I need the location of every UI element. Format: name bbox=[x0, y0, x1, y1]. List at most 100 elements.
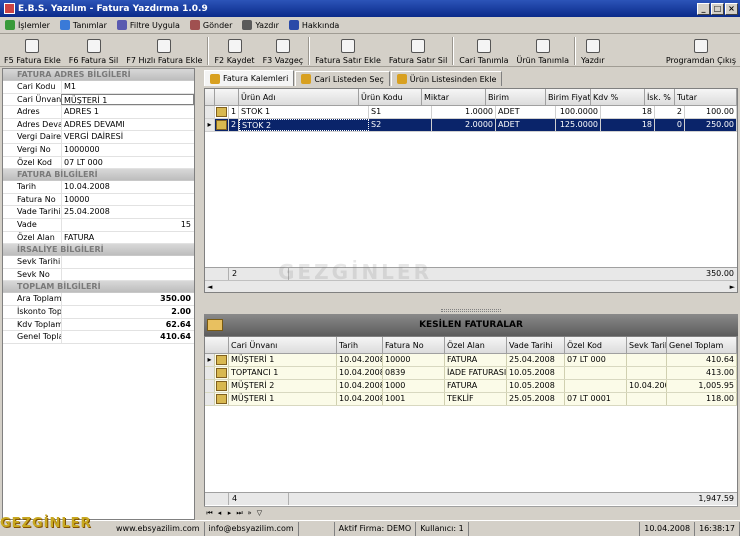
column-header[interactable]: Cari Ünvanı bbox=[229, 337, 337, 353]
tab-1[interactable]: Cari Listeden Seç bbox=[295, 71, 390, 86]
filter-icon[interactable]: ▽ bbox=[255, 509, 264, 518]
field-label: Özel Kod bbox=[17, 157, 53, 167]
field-value[interactable]: MÜŞTERİ 1 bbox=[61, 93, 194, 106]
tab-0[interactable]: Fatura Kalemleri bbox=[204, 70, 295, 86]
menu-item-5[interactable]: Hakkında bbox=[284, 18, 344, 33]
grid-cell: TOPTANCI 1 bbox=[229, 367, 337, 379]
menu-item-4[interactable]: Yazdır bbox=[237, 18, 283, 33]
email-link[interactable]: info@ebsyazilim.com bbox=[205, 521, 299, 536]
field-value[interactable]: 10000 bbox=[61, 193, 194, 206]
field-value[interactable]: 1000000 bbox=[61, 143, 194, 156]
column-header[interactable]: Tarih bbox=[337, 337, 383, 353]
toolbar-button-10[interactable]: Programdan Çıkış bbox=[662, 35, 740, 67]
field-value[interactable]: M1 bbox=[61, 81, 194, 93]
issued-invoice-row[interactable]: ▸ MÜŞTERİ 1 10.04.2008 10000 FATURA 25.04.200… bbox=[205, 354, 737, 367]
watermark-center: GEZGİNLER bbox=[278, 260, 432, 284]
field-value[interactable]: FATURA bbox=[61, 231, 194, 244]
header-spacer bbox=[205, 337, 229, 353]
grid-cell: 18 bbox=[601, 106, 655, 118]
grid-cell: 410.64 bbox=[667, 354, 737, 366]
column-header[interactable]: Vade Tarihi bbox=[507, 337, 565, 353]
issued-invoice-row[interactable]: TOPTANCI 1 10.04.2008 0839 İADE FATURASI 10.… bbox=[205, 367, 737, 380]
next-page-icon[interactable]: » bbox=[245, 509, 254, 518]
maximize-button[interactable]: □ bbox=[711, 2, 724, 15]
column-header[interactable]: Ürün Adı bbox=[239, 89, 359, 105]
toolbar-button-3[interactable]: F2 Kaydet bbox=[210, 35, 258, 67]
splitter[interactable] bbox=[204, 307, 738, 314]
column-header[interactable]: Fatura No bbox=[383, 337, 445, 353]
next-record-icon[interactable]: ▸ bbox=[225, 509, 234, 518]
scroll-left-icon[interactable]: ◄ bbox=[207, 283, 212, 291]
toolbar-button-2[interactable]: F7 Hızlı Fatura Ekle bbox=[122, 35, 206, 67]
minimize-button[interactable]: _ bbox=[697, 2, 710, 15]
website-link[interactable]: www.ebsyazilim.com bbox=[112, 521, 205, 536]
toolbar-button-5[interactable]: Fatura Satır Ekle bbox=[311, 35, 385, 67]
field-value[interactable]: ADRES 1 bbox=[61, 106, 194, 118]
toolbar-icon bbox=[227, 39, 242, 53]
title-bar: E.B.S. Yazılım - Fatura Yazdırma 1.0.9 _… bbox=[0, 0, 740, 17]
grid-cell: 0839 bbox=[383, 367, 445, 379]
field-value[interactable]: ADRES DEVAMI bbox=[61, 118, 194, 131]
last-record-icon[interactable]: ⏭ bbox=[235, 509, 244, 518]
menu-bar: İşlemler Tanımlar Filtre Uygula Gönder Yazdı… bbox=[0, 17, 740, 34]
toolbar-button-0[interactable]: F5 Fatura Ekle bbox=[0, 35, 65, 67]
column-header[interactable]: Ürün Kodu bbox=[359, 89, 422, 105]
toolbar-label: Ürün Tanımla bbox=[516, 56, 570, 65]
grid-cell: 2 bbox=[655, 106, 685, 118]
tab-label: Fatura Kalemleri bbox=[223, 74, 289, 83]
field-value[interactable]: 10.04.2008 bbox=[61, 181, 194, 193]
first-record-icon[interactable]: ⏮ bbox=[205, 509, 214, 518]
toolbar-button-1[interactable]: F6 Fatura Sil bbox=[65, 35, 122, 67]
menu-item-1[interactable]: Tanımlar bbox=[55, 18, 112, 33]
field-value[interactable]: 15 bbox=[61, 218, 194, 231]
scroll-right-icon[interactable]: ► bbox=[730, 283, 735, 291]
invoice-line-row[interactable]: ▸ 2 STOK 2 S2 2.0000 ADET 125.0000 18 0 250.00 bbox=[205, 119, 737, 132]
toolbar-label: F7 Hızlı Fatura Ekle bbox=[126, 56, 203, 65]
toolbar-separator bbox=[574, 37, 577, 65]
column-header[interactable]: Genel Toplam bbox=[667, 337, 737, 353]
header-spacer bbox=[205, 89, 215, 105]
field-value[interactable] bbox=[61, 268, 194, 281]
field-value[interactable]: VERGİ DAİRESİ bbox=[61, 131, 194, 143]
issued-invoice-row[interactable]: MÜŞTERİ 1 10.04.2008 1001 TEKLİF 25.05.2008 0… bbox=[205, 393, 737, 406]
column-header[interactable]: Kdv % bbox=[591, 89, 645, 105]
tab-2[interactable]: Ürün Listesinden Ekle bbox=[390, 71, 503, 86]
prev-record-icon[interactable]: ◂ bbox=[215, 509, 224, 518]
issued-invoices-header: KESİLEN FATURALAR bbox=[204, 314, 738, 336]
grid-cell: MÜŞTERİ 1 bbox=[229, 354, 337, 366]
column-header[interactable]: Tutar bbox=[675, 89, 737, 105]
grid-cell: 10.04.2008 bbox=[339, 380, 383, 392]
toolbar-button-8[interactable]: Ürün Tanımla bbox=[513, 35, 574, 67]
menu-item-0[interactable]: İşlemler bbox=[0, 18, 55, 33]
field-label: İskonto Toplam bbox=[17, 306, 61, 316]
column-header[interactable]: Özel Kod bbox=[565, 337, 627, 353]
grid-cell: 10000 bbox=[383, 354, 445, 366]
section-fatura_adres: FATURA ADRES BİLGİLERİ bbox=[3, 69, 194, 81]
column-header[interactable]: Birim Fiyat bbox=[546, 89, 591, 105]
column-header[interactable]: Miktar bbox=[422, 89, 486, 105]
toolbar-button-9[interactable]: Yazdır bbox=[577, 35, 608, 67]
column-header[interactable]: Sevk Tarihi bbox=[627, 337, 667, 353]
column-header[interactable]: Birim bbox=[486, 89, 546, 105]
column-header[interactable]: İsk. % bbox=[645, 89, 675, 105]
menu-icon bbox=[189, 20, 200, 30]
field-value[interactable]: 25.04.2008 bbox=[61, 206, 194, 218]
menu-item-3[interactable]: Gönder bbox=[185, 18, 237, 33]
close-button[interactable]: × bbox=[725, 2, 738, 15]
toolbar-button-4[interactable]: F3 Vazgeç bbox=[259, 35, 308, 67]
section-irsaliye: İRSALİYE BİLGİLERİ bbox=[3, 244, 194, 257]
field-label: Vergi Dairesi bbox=[17, 132, 61, 142]
invoice-line-row[interactable]: 1 STOK 1 S1 1.0000 ADET 100.0000 18 2 100.00 bbox=[205, 106, 737, 119]
field-value[interactable] bbox=[61, 256, 194, 268]
field-value[interactable]: 07 LT 000 bbox=[61, 156, 194, 169]
vade-value[interactable]: 15 bbox=[181, 219, 194, 231]
issued-invoice-row[interactable]: MÜŞTERİ 2 10.04.2008 1000 FATURA 10.05.2008 1… bbox=[205, 380, 737, 393]
row-icon bbox=[215, 393, 229, 405]
field-row-toplam: Genel Toplam410.64 bbox=[3, 331, 194, 344]
menu-item-2[interactable]: Filtre Uygula bbox=[112, 18, 185, 33]
column-header[interactable]: Özel Alan bbox=[445, 337, 507, 353]
row-indicator bbox=[205, 380, 215, 392]
toolbar-button-6[interactable]: Fatura Satır Sil bbox=[385, 35, 451, 67]
toolbar-button-7[interactable]: Cari Tanımla bbox=[455, 35, 512, 67]
grid-cell: 10.05.2008 bbox=[507, 380, 565, 392]
